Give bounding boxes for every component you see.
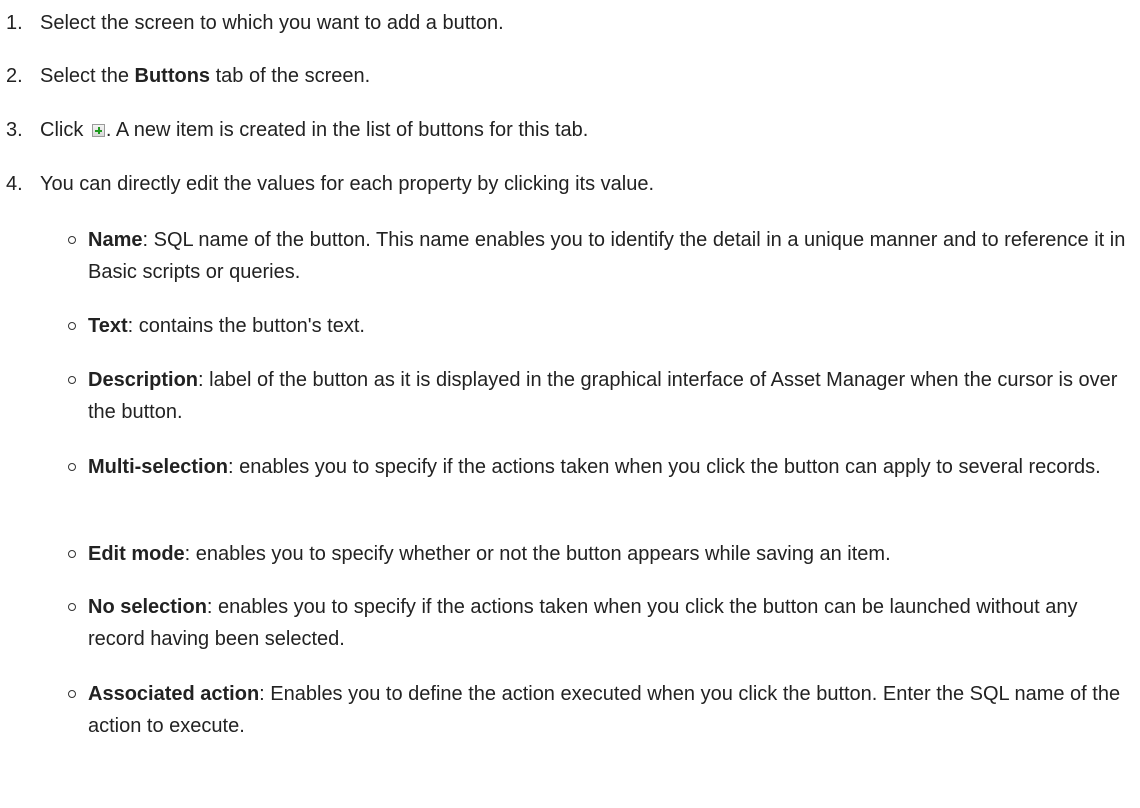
buttons-tab-name: Buttons (134, 65, 211, 87)
property-term: Associated action (88, 683, 260, 705)
property-term: Edit mode (88, 543, 185, 565)
step-number: 4. (6, 173, 23, 195)
property-term: No selection (88, 596, 207, 618)
property-multi-selection: Multi-selection: enables you to specify … (68, 451, 1128, 483)
property-term: Multi-selection (88, 456, 229, 478)
property-associated-action: Associated action: Enables you to define… (68, 678, 1128, 742)
property-description: : label of the button as it is displayed… (88, 369, 1118, 423)
bullet-icon (68, 603, 76, 611)
bullet-icon (68, 236, 76, 244)
step-text-post: tab of the screen. (210, 65, 371, 87)
property-edit-mode: Edit mode: enables you to specify whethe… (68, 538, 1128, 570)
step-number: 2. (6, 65, 23, 87)
step-text-pre: Select the (40, 65, 135, 87)
bullet-icon (68, 376, 76, 384)
step-text: Click . A new item is created in the lis… (40, 115, 588, 145)
bullet-icon (68, 690, 76, 698)
bullet-icon (68, 550, 76, 558)
step-text-post: . A new item is created in the list of b… (105, 119, 589, 141)
property-term: Name (88, 229, 143, 251)
property-term: Text (88, 315, 128, 337)
property-term: Description (88, 369, 199, 391)
property-description: : enables you to specify if the actions … (228, 456, 1101, 478)
property-description: : SQL name of the button. This name enab… (88, 229, 1126, 283)
step-text: You can directly edit the values for eac… (40, 173, 655, 195)
property-description: : enables you to specify if the actions … (88, 596, 1078, 650)
step-text: Select the screen to which you want to a… (40, 12, 504, 34)
property-text: Text: contains the button's text. (68, 310, 1128, 342)
step-number: 1. (6, 12, 23, 34)
bullet-icon (68, 322, 76, 330)
add-button-icon (91, 124, 105, 137)
property-name: Name: SQL name of the button. This name … (68, 224, 1128, 288)
step-text: Select the Buttons tab of the screen. (40, 61, 370, 91)
bullet-icon (68, 463, 76, 471)
property-description: Description: label of the button as it i… (68, 364, 1128, 428)
property-description: : enables you to specify whether or not … (184, 543, 891, 565)
property-no-selection: No selection: enables you to specify if … (68, 591, 1128, 655)
step-number: 3. (6, 119, 23, 141)
step-text-pre: Click (40, 119, 89, 141)
property-description: : contains the button's text. (127, 315, 365, 337)
